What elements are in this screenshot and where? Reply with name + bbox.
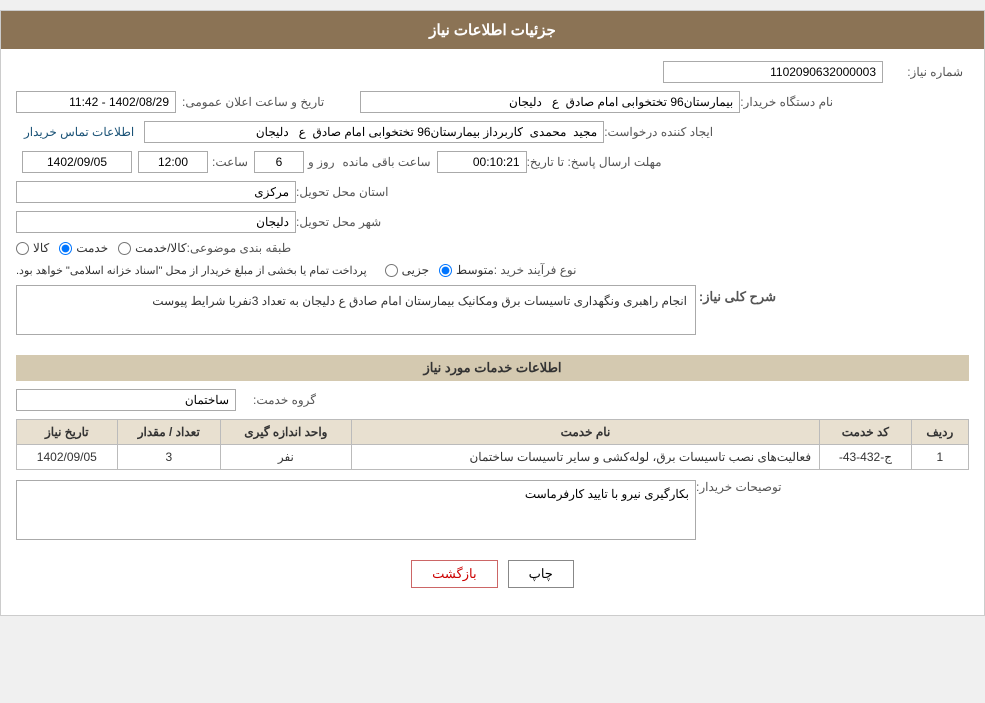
creator-label: ایجاد کننده درخواست: — [604, 125, 713, 139]
date-announce-label: تاریخ و ساعت اعلان عمومی: — [182, 95, 324, 109]
province-input — [16, 181, 296, 203]
category-radio-group: کالا/خدمت خدمت کالا — [16, 241, 187, 255]
need-number-input — [663, 61, 883, 83]
remaining-input — [437, 151, 527, 173]
process-radio-group: متوسط جزیی — [385, 263, 494, 277]
col-name: نام خدمت — [351, 420, 819, 445]
process-note: پرداخت تمام یا بخشی از مبلغ خریدار از مح… — [16, 264, 367, 277]
category-option-1[interactable]: کالا — [16, 241, 49, 255]
cell-name: فعالیت‌های نصب تاسیسات برق، لوله‌کشی و س… — [351, 445, 819, 470]
page-header: جزئیات اطلاعات نیاز — [1, 11, 984, 49]
time-label: ساعت: — [212, 155, 248, 169]
col-row: ردیف — [911, 420, 968, 445]
category-option-3[interactable]: کالا/خدمت — [118, 241, 186, 255]
process-option-2[interactable]: متوسط — [439, 263, 494, 277]
date-announce-input — [16, 91, 176, 113]
col-date: تاریخ نیاز — [17, 420, 118, 445]
city-label: شهر محل تحویل: — [296, 215, 381, 229]
remaining-label: ساعت باقی مانده — [343, 155, 431, 169]
service-group-input — [16, 389, 236, 411]
description-box: انجام راهبری ونگهداری تاسیسات برق ومکانی… — [16, 285, 696, 335]
services-section-header: اطلاعات خدمات مورد نیاز — [16, 355, 969, 381]
contact-link[interactable]: اطلاعات تماس خریدار — [24, 125, 134, 139]
process-label: نوع فرآیند خرید : — [494, 263, 577, 277]
cell-row: 1 — [911, 445, 968, 470]
col-count: تعداد / مقدار — [117, 420, 220, 445]
description-text: انجام راهبری ونگهداری تاسیسات برق ومکانی… — [152, 294, 687, 308]
cell-code: ج-432-43- — [820, 445, 912, 470]
days-input — [254, 151, 304, 173]
button-row: چاپ بازگشت — [16, 550, 969, 603]
province-label: استان محل تحویل: — [296, 185, 388, 199]
deadline-label: مهلت ارسال پاسخ: تا تاریخ: — [527, 155, 662, 169]
buyer-notes-textarea[interactable]: بکارگیری نیرو با تایید کارفرماست — [16, 480, 696, 540]
print-button[interactable]: چاپ — [508, 560, 574, 588]
days-label: روز و — [308, 155, 335, 169]
category-label: طبقه بندی موضوعی: — [187, 241, 292, 255]
buyer-name-input — [360, 91, 740, 113]
creator-input — [144, 121, 604, 143]
description-section-label: شرح کلی نیاز: — [696, 289, 776, 305]
need-number-label: شماره نیاز: — [883, 65, 963, 79]
category-option-2[interactable]: خدمت — [59, 241, 108, 255]
time-input — [138, 151, 208, 173]
back-button[interactable]: بازگشت — [411, 560, 497, 588]
col-unit: واحد اندازه گیری — [220, 420, 351, 445]
col-code: کد خدمت — [820, 420, 912, 445]
process-option-1[interactable]: جزیی — [385, 263, 429, 277]
date-input — [22, 151, 132, 173]
buyer-notes-label: توصیحات خریدار: — [696, 480, 782, 494]
page-title: جزئیات اطلاعات نیاز — [429, 22, 556, 39]
cell-count: 3 — [117, 445, 220, 470]
buyer-name-label: نام دستگاه خریدار: — [740, 95, 833, 109]
service-table: ردیف کد خدمت نام خدمت واحد اندازه گیری ت… — [16, 419, 969, 470]
city-input — [16, 211, 296, 233]
cell-unit: نفر — [220, 445, 351, 470]
service-group-label: گروه خدمت: — [236, 393, 316, 407]
cell-date: 1402/09/05 — [17, 445, 118, 470]
table-row: 1 ج-432-43- فعالیت‌های نصب تاسیسات برق، … — [17, 445, 969, 470]
